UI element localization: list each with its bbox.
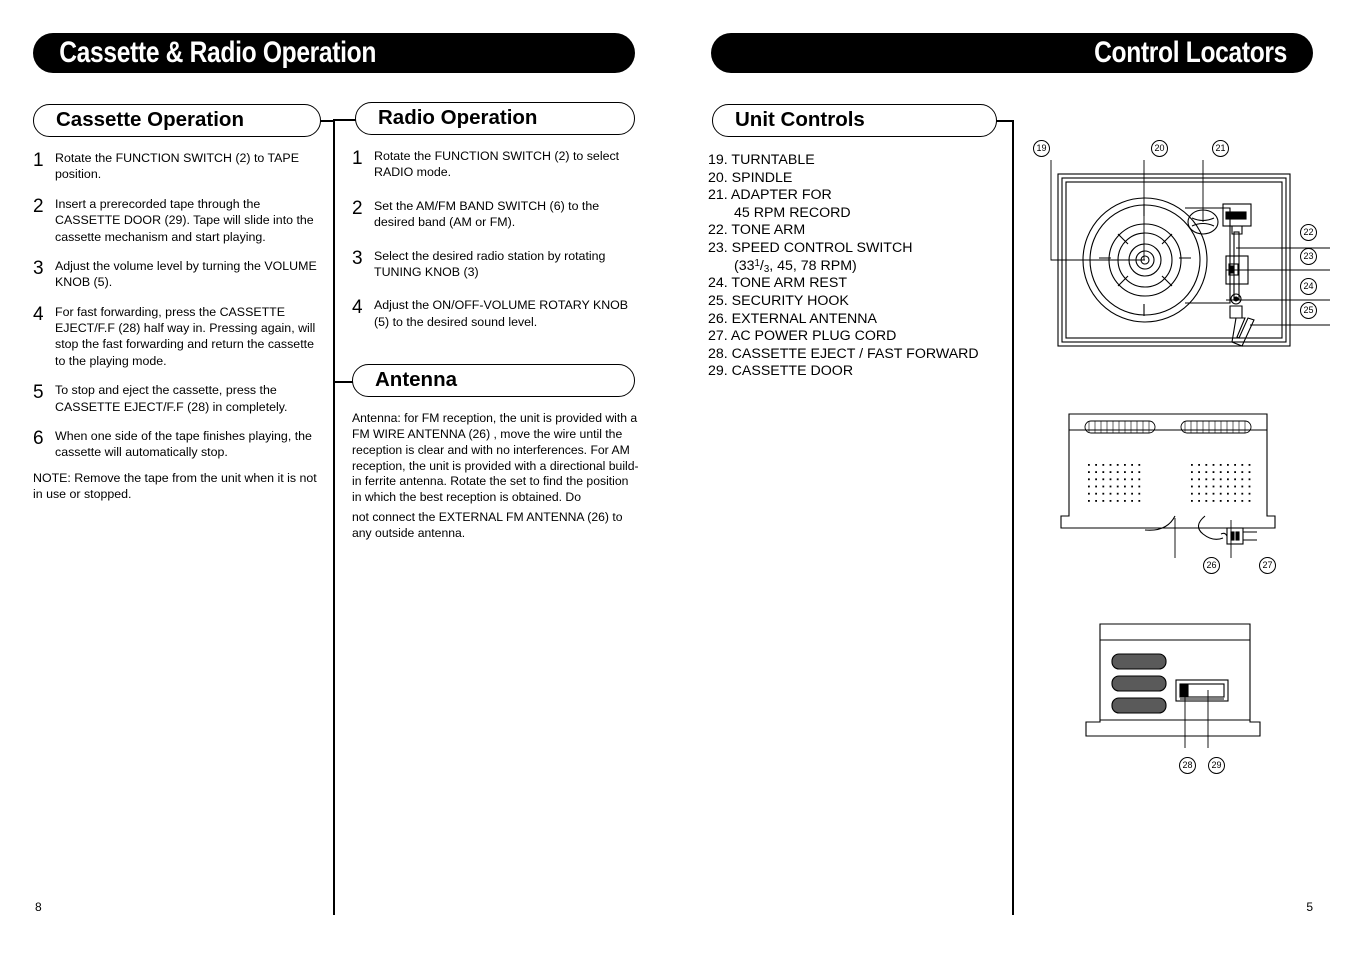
instruction-step: 3 Select the desired radio station by rot… (352, 248, 644, 281)
instruction-step: 2 Set the AM/FM BAND SWITCH (6) to the de… (352, 198, 644, 231)
step-number: 4 (33, 303, 44, 325)
unit-controls-list: 19. TURNTABLE 20. SPINDLE 21. ADAPTER FOR 4… (708, 152, 1008, 381)
callout-25: 25 (1300, 302, 1317, 319)
radio-operation-steps: 1 Rotate the FUNCTION SWITCH (2) to selec… (352, 148, 644, 347)
unit-control-list-item: 28. CASSETTE EJECT / FAST FORWARD (708, 345, 979, 362)
step-text: Rotate the FUNCTION SWITCH (2) to TAPE p… (55, 151, 299, 182)
instruction-step: 4 Adjust the ON/OFF-VOLUME ROTARY KNOB (5… (352, 297, 644, 330)
instruction-step: 4 For fast forwarding, press the CASSETTE… (33, 304, 328, 370)
section-header-antenna: Antenna (352, 364, 635, 397)
callout-24: 24 (1300, 278, 1317, 295)
step-number: 3 (352, 247, 363, 269)
callout-27: 27 (1259, 557, 1276, 574)
callout-21: 21 (1212, 140, 1229, 157)
unit-control-list-item: 24. TONE ARM REST (708, 275, 848, 292)
antenna-paragraph: Antenna: for FM reception, the unit is p… (352, 411, 639, 505)
unit-control-list-item: 45 RPM RECORD (734, 204, 851, 221)
unit-control-list-item: 22. TONE ARM (708, 222, 806, 239)
step-number: 1 (352, 148, 363, 169)
step-text: To stop and eject the cassette, press th… (55, 383, 288, 414)
unit-control-list-item: (331/3, 45, 78 RPM) (734, 257, 857, 275)
column-divider-left (333, 120, 335, 915)
section-header-antenna-label: Antenna (375, 368, 457, 392)
step-text: Set the AM/FM BAND SWITCH (6) to the des… (374, 198, 600, 230)
figure-front-panel (1080, 618, 1300, 773)
unit-control-list-item: 19. TURNTABLE (708, 152, 815, 168)
figure-turntable-top-view (1040, 160, 1330, 380)
step-number: 5 (33, 382, 44, 404)
step-text: When one side of the tape finishes playi… (55, 428, 312, 460)
step-number: 2 (33, 195, 44, 217)
unit-control-list-item: 29. CASSETTE DOOR (708, 363, 854, 380)
connector-unit-controls (995, 120, 1014, 122)
page-number-left: 8 (35, 900, 42, 914)
unit-control-list-item: 27. AC POWER PLUG CORD (708, 328, 897, 345)
step-text: Rotate the FUNCTION SWITCH (2) to select… (374, 149, 620, 180)
step-text: Adjust the volume level by turning the V… (55, 258, 317, 290)
callout-28: 28 (1179, 757, 1196, 774)
callout-29: 29 (1208, 757, 1225, 774)
connector-radio (333, 119, 357, 121)
banner-left-title: Cassette & Radio Operation (59, 36, 377, 69)
callout-26: 26 (1203, 557, 1220, 574)
step-text: For fast forwarding, press the CASSETTE … (55, 304, 316, 368)
section-header-radio-operation-label: Radio Operation (378, 106, 538, 130)
cassette-operation-steps: 1 Rotate the FUNCTION SWITCH (2) to TAPE … (33, 150, 328, 474)
callout-22: 22 (1300, 224, 1317, 241)
back-panel-svg (1060, 413, 1276, 558)
antenna-paragraph: not connect the EXTERNAL FM ANTENNA (26)… (352, 510, 623, 541)
manual-page: Cassette & Radio Operation Control Locat… (0, 0, 1351, 954)
step-number: 4 (352, 297, 363, 319)
instruction-step: 6 When one side of the tape finishes play… (33, 428, 328, 461)
page-title-banner-right: Control Locators (711, 33, 1313, 73)
banner-right-title: Control Locators (1093, 36, 1287, 69)
unit-control-list-item: 21. ADAPTER FOR (708, 187, 832, 204)
cassette-note: NOTE: Remove the tape from the unit when… (33, 471, 317, 502)
instruction-step: 5 To stop and eject the cassette, press t… (33, 382, 328, 415)
figure-back-panel (1055, 408, 1325, 573)
step-text: Insert a prerecorded tape through the CA… (55, 196, 314, 244)
unit-control-list-item: 20. SPINDLE (708, 169, 793, 186)
unit-control-list-item: 23. SPEED CONTROL SWITCH (708, 240, 913, 257)
unit-control-list-item: 26. EXTERNAL ANTENNA (708, 310, 877, 327)
callout-19: 19 (1033, 140, 1050, 157)
step-text: Select the desired radio station by rota… (374, 248, 606, 279)
step-number: 6 (33, 427, 44, 449)
section-header-cassette-operation-label: Cassette Operation (56, 108, 244, 132)
step-number: 1 (33, 150, 44, 171)
column-divider-right (1012, 120, 1014, 915)
section-header-unit-controls-label: Unit Controls (735, 108, 865, 132)
callout-20: 20 (1151, 140, 1168, 157)
page-number-right: 5 (1306, 900, 1313, 914)
section-header-cassette-operation: Cassette Operation (33, 104, 321, 137)
instruction-step: 1 Rotate the FUNCTION SWITCH (2) to selec… (352, 148, 644, 181)
page-title-banner-left: Cassette & Radio Operation (33, 33, 635, 73)
unit-control-list-item: 25. SECURITY HOOK (708, 293, 849, 310)
turntable-svg (1050, 160, 1330, 347)
antenna-body-text: Antenna: for FM reception, the unit is p… (352, 411, 640, 542)
callout-23: 23 (1300, 248, 1317, 265)
step-text: Adjust the ON/OFF-VOLUME ROTARY KNOB (5)… (374, 298, 629, 329)
step-number: 2 (352, 197, 363, 219)
instruction-step: 3 Adjust the volume level by turning the … (33, 258, 328, 291)
instruction-step: 1 Rotate the FUNCTION SWITCH (2) to TAPE … (33, 150, 328, 183)
section-header-unit-controls: Unit Controls (712, 104, 997, 137)
step-number: 3 (33, 257, 44, 279)
front-panel-svg (1085, 623, 1261, 748)
instruction-step: 2 Insert a prerecorded tape through the C… (33, 196, 328, 245)
section-header-radio-operation: Radio Operation (355, 102, 635, 135)
